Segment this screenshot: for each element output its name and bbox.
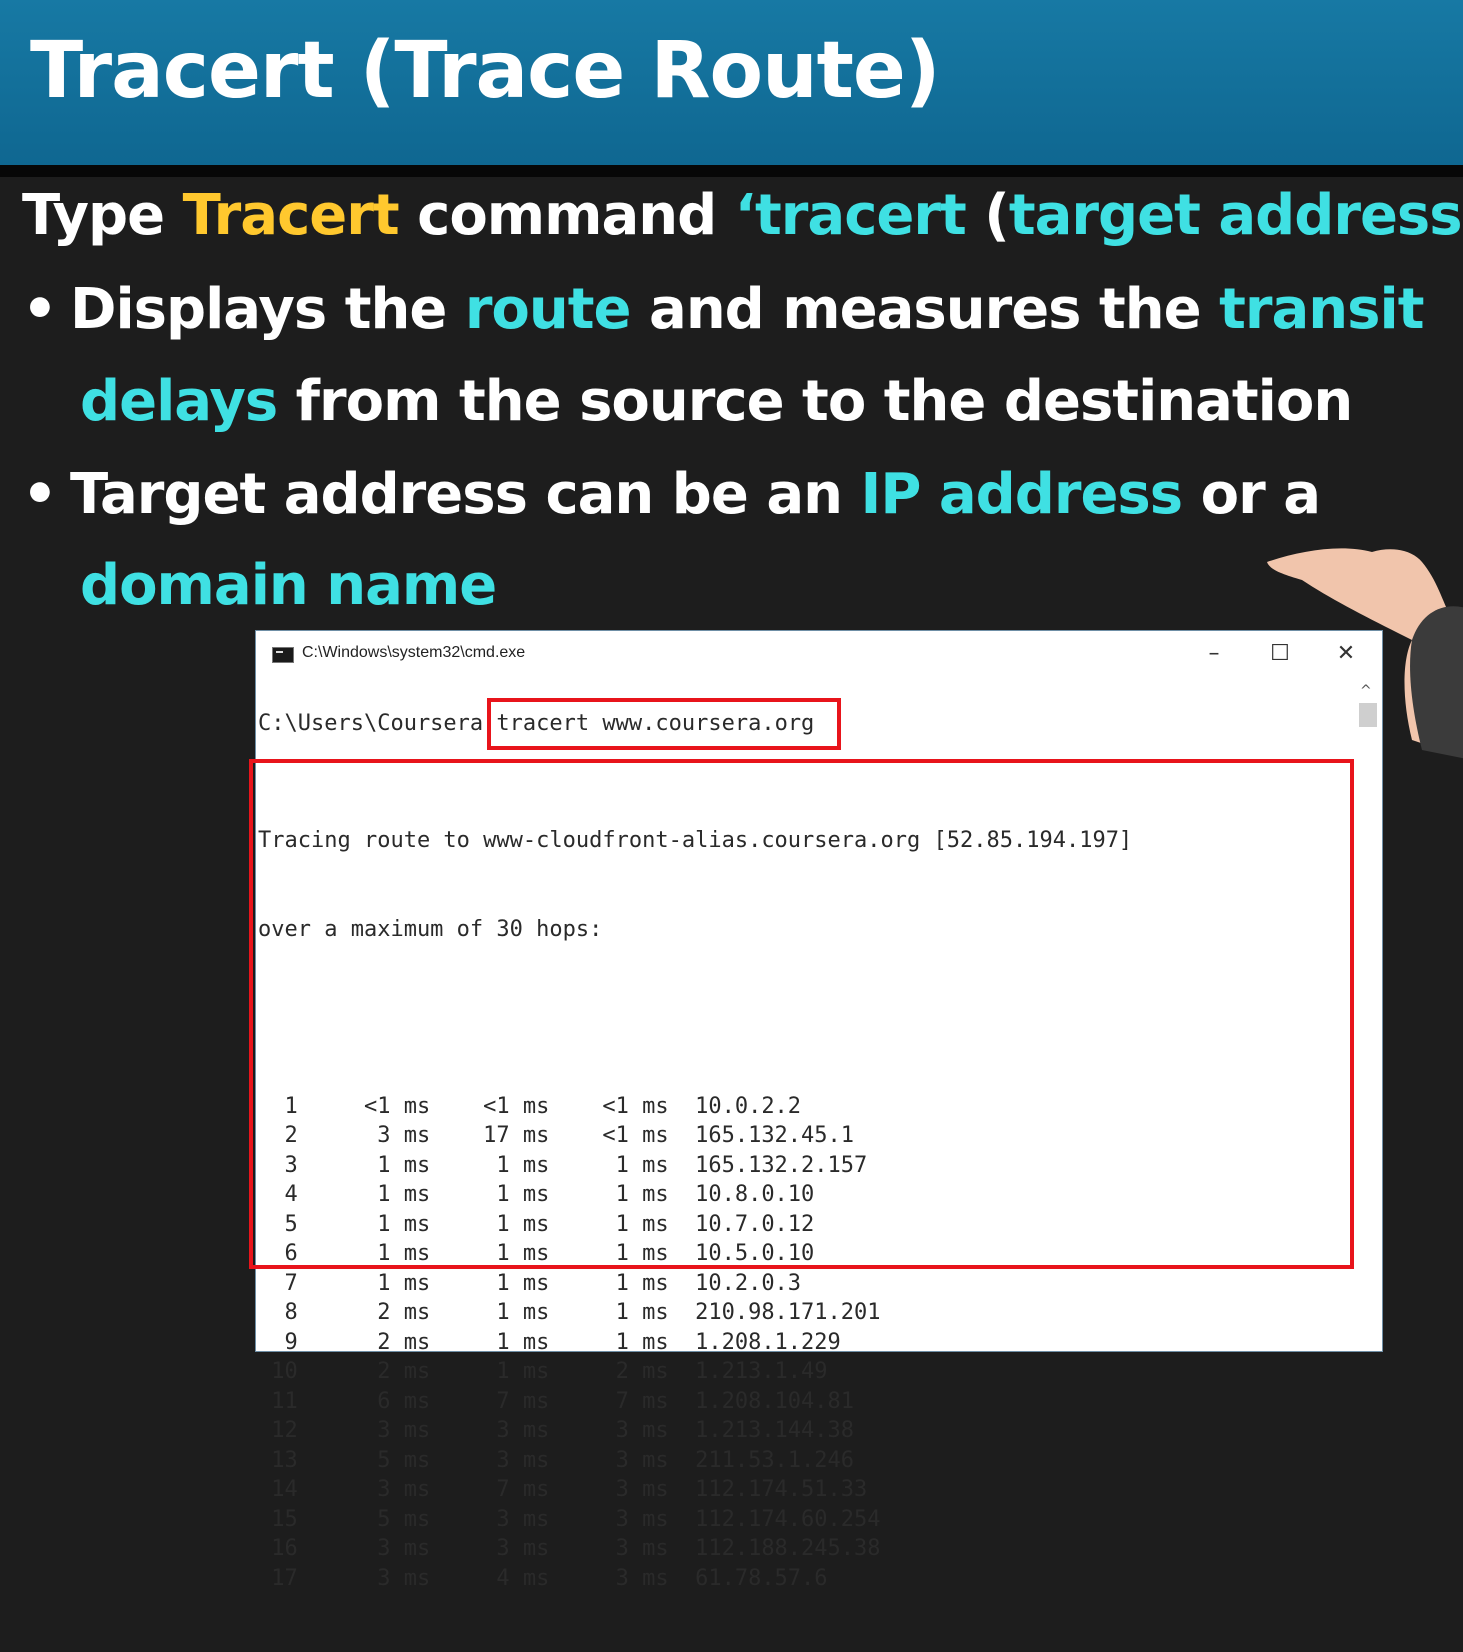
hop-row: 9 2 ms 1 ms 1 ms 1.208.1.229 [258,1329,841,1355]
bullet-1-text-a: Displays the [70,277,465,342]
title-banner: Tracert (Trace Route) [0,0,1463,165]
bullet-2-domain-name: domain name [80,553,497,618]
cmd-window-title: C:\Windows\system32\cmd.exe [302,644,526,661]
intro-command: ‘tracert [734,183,967,248]
bullet-1-continued: delays from the source to the destinatio… [80,369,1354,434]
hop-row: 8 2 ms 1 ms 1 ms 210.98.171.201 [258,1300,881,1325]
hop-row: 16 3 ms 3 ms 3 ms 112.188.245.38 [258,1536,881,1561]
output-highlight-box [249,759,1354,1269]
console-icon [272,647,294,663]
cmd-window: C:\Windows\system32\cmd.exe – ☐ ✕ ^ C:\U… [249,630,1383,1591]
bullet-1-text-f: from the source to the destination [277,369,1354,434]
bullet-1-text-c: and measures the [630,277,1220,342]
hop-row: 14 3 ms 7 ms 3 ms 112.174.51.33 [258,1477,868,1502]
intro-target-address: target address [1008,183,1463,248]
slide-title: Tracert (Trace Route) [30,26,940,116]
divider [0,165,1463,177]
bullet-1-route: route [464,277,632,342]
cmd-titlebar[interactable]: C:\Windows\system32\cmd.exe – ☐ ✕ [256,631,1382,677]
hop-row: 11 6 ms 7 ms 7 ms 1.208.104.81 [258,1388,855,1414]
hop-row: 15 5 ms 3 ms 3 ms 112.174.60.254 [258,1506,881,1532]
bullet-1: • Displays the route and measures the tra… [22,277,1424,342]
maximize-button[interactable]: ☐ [1260,639,1300,669]
bullet-2-ip-address: IP address [860,462,1184,527]
hop-row: 12 3 ms 3 ms 3 ms 1.213.144.38 [258,1418,855,1443]
intro-paren: ( [965,183,1010,248]
bullet-2-text-a: Target address can be an [70,462,861,527]
scroll-up-arrow-icon[interactable]: ^ [1360,683,1372,699]
intro-line: Type Tracert command ‘tracert (target ad… [22,183,1463,248]
close-button[interactable]: ✕ [1326,639,1366,669]
bullet-dot: • [22,462,58,527]
hop-row: 13 5 ms 3 ms 3 ms 211.53.1.246 [258,1447,855,1473]
bullet-1-transit: transit [1219,277,1424,342]
bullet-2-text-c: or a [1182,462,1321,527]
hop-row: 10 2 ms 1 ms 2 ms 1.213.1.49 [258,1359,828,1384]
vertical-scrollbar[interactable] [1356,681,1378,1351]
minimize-button[interactable]: – [1194,639,1234,669]
intro-text-c: command [398,183,735,248]
hop-row: 17 3 ms 4 ms 3 ms 61.78.57.6 [258,1565,828,1591]
bullet-1-delays: delays [80,369,278,434]
command-highlight-box [487,698,841,750]
bullet-2: • Target address can be an IP address or … [22,462,1321,527]
intro-keyword-tracert: Tracert [182,183,400,248]
bullet-dot: • [22,277,58,342]
prompt-path: C:\Users\Coursera [258,711,484,736]
bullet-2-continued: domain name [80,553,497,618]
scroll-thumb[interactable] [1359,703,1377,727]
hop-row: 7 1 ms 1 ms 1 ms 10.2.0.3 [258,1270,802,1296]
intro-text-a: Type [22,183,183,248]
